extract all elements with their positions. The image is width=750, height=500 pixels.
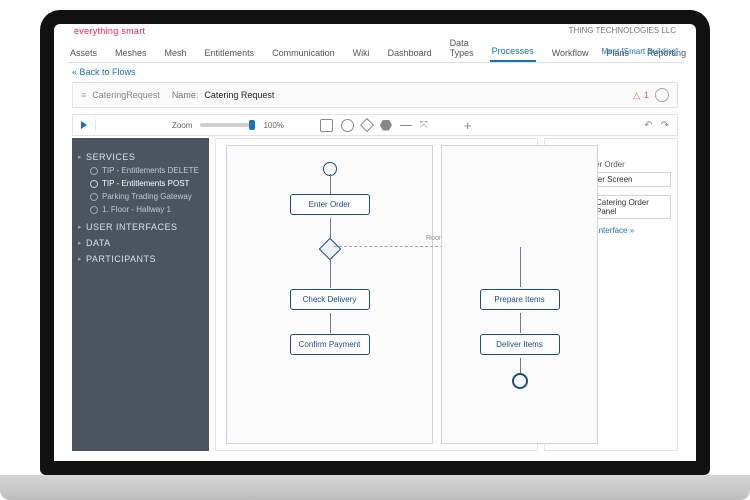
connector bbox=[520, 358, 521, 373]
laptop-base bbox=[0, 475, 750, 500]
connector bbox=[330, 258, 331, 288]
zoom-slider[interactable] bbox=[200, 123, 255, 127]
preview-icon[interactable] bbox=[655, 88, 669, 102]
tab-meshes[interactable]: Meshes bbox=[113, 48, 149, 62]
tab-datatypes[interactable]: Data Types bbox=[448, 38, 476, 62]
connector-tool-icon[interactable] bbox=[400, 125, 412, 126]
tab-mesh[interactable]: Mesh bbox=[163, 48, 189, 62]
laptop-frame: everything smart THING TECHNOLOGIES LLC … bbox=[40, 10, 710, 475]
flow-id: CateringRequest bbox=[92, 90, 160, 100]
tab-wiki[interactable]: Wiki bbox=[351, 48, 372, 62]
name-label: Name: bbox=[172, 90, 199, 100]
swimlane-1[interactable]: Enter Order Check Delivery Confirm Payme… bbox=[226, 145, 433, 444]
warning-count: 1 bbox=[644, 90, 649, 100]
validation-warning[interactable]: △ 1 bbox=[633, 90, 649, 101]
connector bbox=[520, 247, 521, 287]
hand-tool-icon[interactable]: ⤧ bbox=[420, 120, 428, 131]
zoom-label: Zoom bbox=[172, 121, 192, 130]
redo-button[interactable]: ↷ bbox=[661, 120, 669, 131]
id-prefix-icon: ≡ bbox=[81, 90, 86, 100]
gateway[interactable] bbox=[318, 238, 341, 261]
rect-tool-icon[interactable] bbox=[320, 119, 333, 132]
tab-communication[interactable]: Communication bbox=[270, 48, 337, 62]
connector bbox=[330, 218, 331, 238]
palette-section-ui[interactable]: USER INTERFACES bbox=[78, 222, 203, 232]
separator bbox=[95, 119, 96, 131]
task-prepare-items[interactable]: Prepare Items bbox=[480, 289, 560, 310]
brand-logo: everything smart bbox=[74, 26, 145, 36]
props-ui-select[interactable]: Catering Order Panel bbox=[591, 195, 671, 219]
zoom-value: 100% bbox=[263, 121, 283, 130]
task-enter-order[interactable]: Enter Order bbox=[290, 194, 370, 215]
circle-tool-icon[interactable] bbox=[341, 119, 354, 132]
palette-section-services[interactable]: SERVICES bbox=[78, 152, 203, 162]
hexagon-tool-icon[interactable] bbox=[380, 120, 392, 131]
connector bbox=[330, 313, 331, 333]
task-confirm-payment[interactable]: Confirm Payment bbox=[290, 334, 370, 355]
palette-section-participants[interactable]: PARTICIPANTS bbox=[78, 254, 203, 264]
tenant-company: THING TECHNOLOGIES LLC bbox=[569, 26, 676, 36]
add-element-button[interactable]: + bbox=[464, 118, 472, 133]
palette-panel: SERVICES TIP - Entitlements DELETE TIP -… bbox=[72, 138, 209, 451]
back-to-flows-link[interactable]: « Back to Flows bbox=[72, 67, 136, 77]
flow-name-bar: ≡ CateringRequest Name: Catering Request… bbox=[72, 82, 678, 108]
palette-section-data[interactable]: DATA bbox=[78, 238, 203, 248]
tab-workflow[interactable]: Workflow bbox=[550, 48, 591, 62]
editor-toolbar: Zoom 100% ⤧ + ↶ ↷ bbox=[72, 114, 678, 136]
undo-button[interactable]: ↶ bbox=[644, 120, 652, 131]
palette-item[interactable]: TIP - Entitlements POST bbox=[78, 177, 203, 190]
swimlane-2[interactable]: Prepare Items Deliver Items bbox=[441, 145, 598, 444]
zoom-handle[interactable] bbox=[249, 120, 255, 130]
connector bbox=[330, 174, 331, 194]
tenant-info: THING TECHNOLOGIES LLC bbox=[569, 26, 676, 36]
task-check-delivery[interactable]: Check Delivery bbox=[290, 289, 370, 310]
tab-processes[interactable]: Processes bbox=[490, 46, 536, 62]
workarea: SERVICES TIP - Entitlements DELETE TIP -… bbox=[72, 138, 678, 451]
meet-link[interactable]: Meet [Smart Building] bbox=[602, 47, 678, 56]
diamond-tool-icon[interactable] bbox=[360, 118, 374, 132]
process-canvas[interactable]: Enter Order Check Delivery Confirm Payme… bbox=[215, 138, 538, 451]
flow-name-field[interactable]: Catering Request bbox=[204, 90, 627, 100]
tab-assets[interactable]: Assets bbox=[68, 48, 99, 62]
palette-item[interactable]: 1. Floor - Hallway 1 bbox=[78, 203, 203, 216]
task-deliver-items[interactable]: Deliver Items bbox=[480, 334, 560, 355]
tab-dashboard[interactable]: Dashboard bbox=[386, 48, 434, 62]
main-nav: Assets Meshes Mesh Entitlements Communic… bbox=[68, 44, 682, 63]
connector bbox=[520, 313, 521, 333]
tab-entitlements[interactable]: Entitlements bbox=[203, 48, 257, 62]
palette-item[interactable]: TIP - Entitlements DELETE bbox=[78, 164, 203, 177]
warning-icon: △ bbox=[633, 90, 640, 101]
run-button[interactable] bbox=[81, 121, 87, 129]
end-event[interactable] bbox=[512, 373, 528, 389]
palette-item[interactable]: Parking Trading Gateway bbox=[78, 190, 203, 203]
